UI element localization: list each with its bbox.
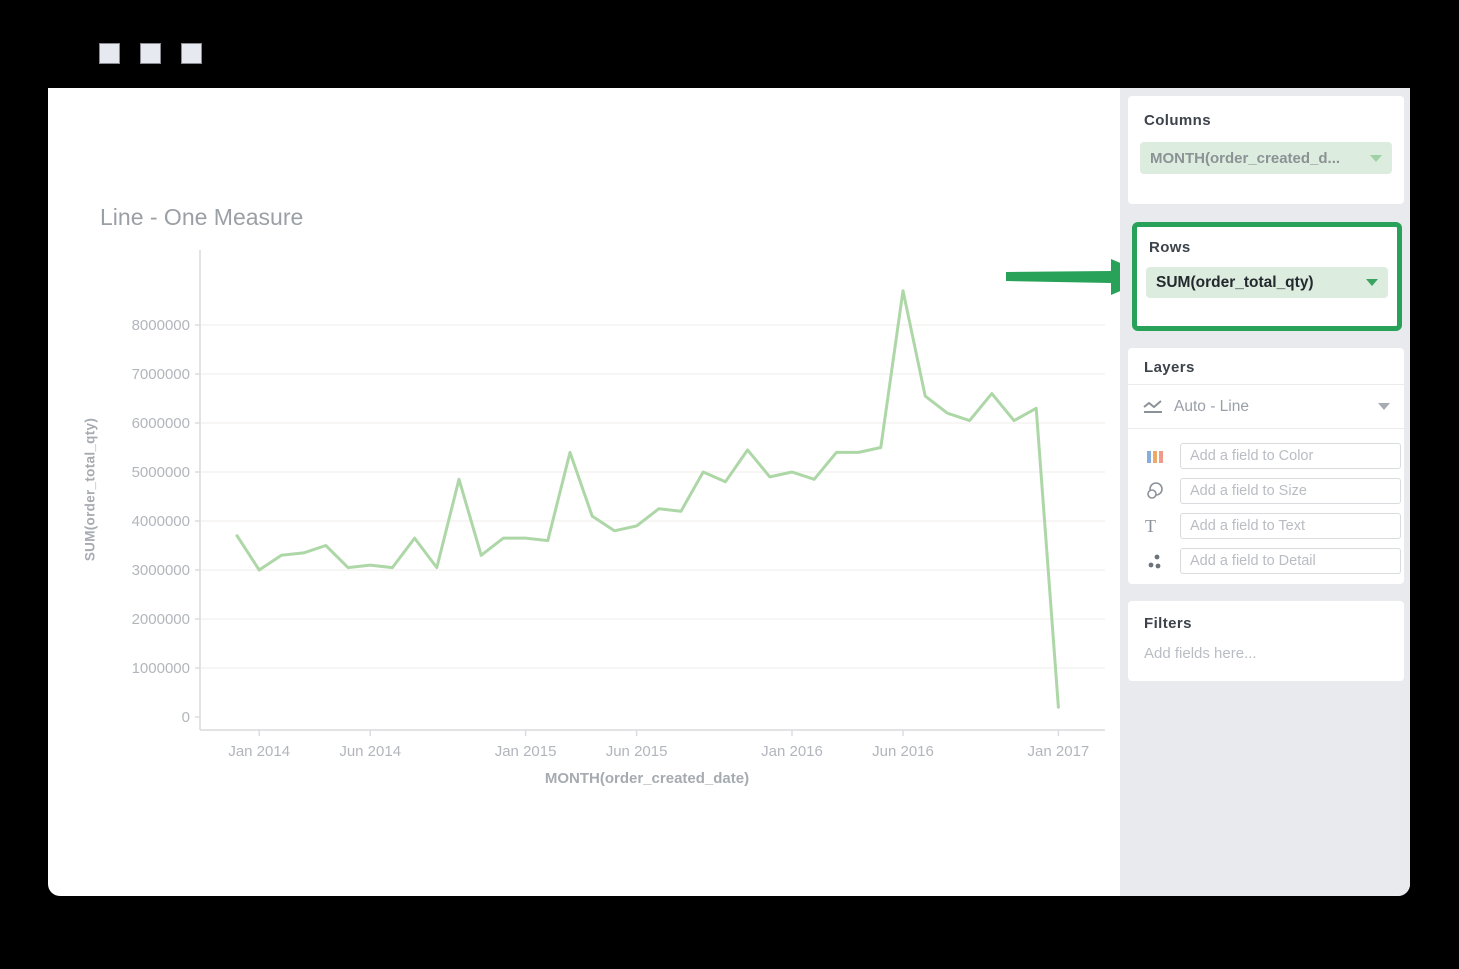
- svg-text:2000000: 2000000: [132, 611, 190, 628]
- screenshot-canvas: Line - One Measure SUM(order_total_qty) …: [0, 0, 1459, 969]
- color-bars-icon: [1147, 451, 1163, 463]
- layers-header: Layers: [1144, 359, 1195, 376]
- svg-text:3000000: 3000000: [132, 562, 190, 579]
- layers-section: Layers Auto - Line Add a field to Color …: [1128, 348, 1404, 584]
- color-field-input[interactable]: [1180, 443, 1401, 469]
- filters-section: Filters Add fields here...: [1128, 601, 1404, 681]
- chevron-down-icon[interactable]: [1370, 154, 1382, 162]
- svg-text:7000000: 7000000: [132, 366, 190, 383]
- columns-section: Columns MONTH(order_created_d...: [1128, 96, 1404, 204]
- y-axis-label: SUM(order_total_qty): [82, 417, 98, 562]
- text-field-row: T: [1128, 513, 1404, 539]
- size-circles-icon: [1147, 482, 1163, 499]
- layer-type-label: Auto - Line: [1174, 397, 1249, 415]
- color-field-row: [1128, 443, 1404, 469]
- svg-text:Jan 2016: Jan 2016: [761, 743, 823, 760]
- sidebar: Columns MONTH(order_created_d... Rows SU…: [1120, 88, 1410, 896]
- svg-text:Jan 2015: Jan 2015: [495, 743, 557, 760]
- svg-text:6000000: 6000000: [132, 415, 190, 432]
- columns-header: Columns: [1144, 112, 1211, 129]
- columns-field-label: MONTH(order_created_d...: [1150, 149, 1341, 167]
- layer-type-row[interactable]: Auto - Line: [1128, 385, 1404, 428]
- rows-field-label: SUM(order_total_qty): [1156, 273, 1314, 291]
- svg-text:5000000: 5000000: [132, 464, 190, 481]
- rows-field-pill[interactable]: SUM(order_total_qty): [1146, 267, 1388, 298]
- x-axis-label: MONTH(order_created_date): [544, 770, 750, 787]
- svg-text:0: 0: [182, 709, 190, 726]
- svg-text:4000000: 4000000: [132, 513, 190, 530]
- chevron-down-icon[interactable]: [1378, 403, 1390, 410]
- svg-text:Jun 2014: Jun 2014: [339, 743, 401, 760]
- window-control-square-1[interactable]: [99, 43, 120, 64]
- rows-header: Rows: [1149, 239, 1191, 256]
- chart-title: Line - One Measure: [100, 204, 304, 230]
- line-chart-icon: [1143, 399, 1162, 413]
- line-chart: 0 1000000 2000000 3000000 4000000 5000000 6000…: [132, 250, 1105, 760]
- app-window: Line - One Measure SUM(order_total_qty) …: [48, 88, 1410, 896]
- window-control-square-2[interactable]: [140, 43, 161, 64]
- detail-field-row: [1128, 548, 1404, 574]
- svg-text:Jan 2017: Jan 2017: [1028, 743, 1090, 760]
- rows-highlight-box: Rows SUM(order_total_qty): [1132, 222, 1402, 331]
- size-field-row: [1128, 478, 1404, 504]
- svg-text:8000000: 8000000: [132, 317, 190, 334]
- svg-text:1000000: 1000000: [132, 660, 190, 677]
- svg-text:Jun 2015: Jun 2015: [606, 743, 668, 760]
- columns-field-pill[interactable]: MONTH(order_created_d...: [1140, 142, 1392, 174]
- text-field-input[interactable]: [1180, 513, 1401, 539]
- chevron-down-icon[interactable]: [1366, 279, 1378, 286]
- size-field-input[interactable]: [1180, 478, 1401, 504]
- svg-text:Jan 2014: Jan 2014: [228, 743, 290, 760]
- svg-text:Jun 2016: Jun 2016: [872, 743, 934, 760]
- text-icon: T: [1145, 516, 1156, 536]
- filters-placeholder[interactable]: Add fields here...: [1144, 645, 1257, 662]
- detail-field-input[interactable]: [1180, 548, 1401, 574]
- window-control-square-3[interactable]: [181, 43, 202, 64]
- detail-dots-icon: [1148, 554, 1161, 569]
- divider: [1128, 428, 1404, 429]
- filters-header: Filters: [1144, 615, 1192, 632]
